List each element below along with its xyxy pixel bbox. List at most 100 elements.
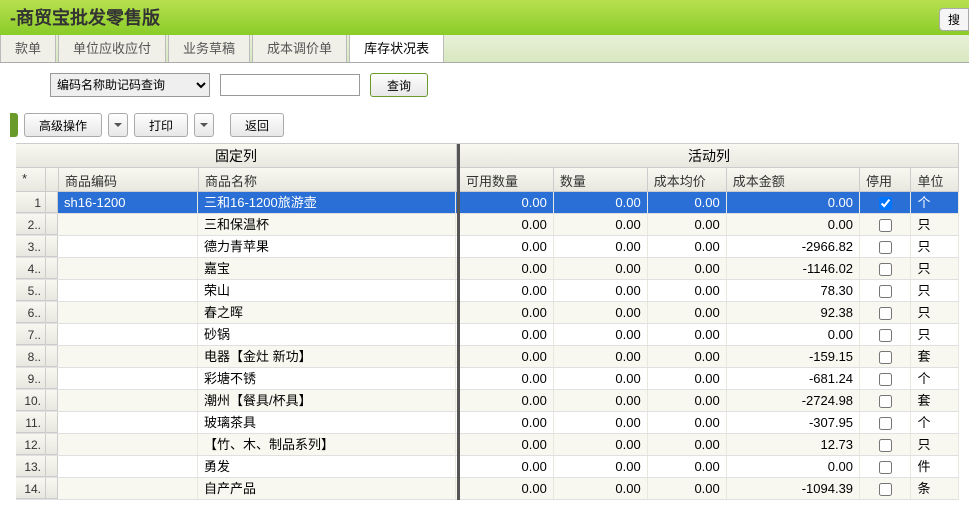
cell-disable[interactable] — [860, 192, 911, 213]
cell-name[interactable]: 自产产品 — [198, 478, 456, 499]
cell-avail[interactable]: 0.00 — [460, 478, 554, 499]
tab-3[interactable]: 成本调价单 — [252, 32, 347, 62]
tab-1[interactable]: 单位应收应付 — [58, 32, 166, 62]
col-code[interactable]: 商品编码 — [59, 168, 199, 191]
cell-avail[interactable]: 0.00 — [460, 192, 554, 213]
cell-avail[interactable]: 0.00 — [460, 236, 554, 257]
table-row[interactable]: 6..春之晖 — [16, 302, 457, 324]
disable-checkbox[interactable] — [879, 395, 892, 408]
cell-costamt[interactable]: -1094.39 — [727, 478, 860, 499]
cell-name[interactable]: 【竹、木、制品系列】 — [198, 434, 456, 455]
col-disable[interactable]: 停用 — [860, 168, 911, 191]
cell-name[interactable]: 三和保温杯 — [198, 214, 456, 235]
cell-code[interactable] — [58, 368, 198, 389]
cell-qty[interactable]: 0.00 — [554, 368, 648, 389]
cell-name[interactable]: 三和16-1200旅游壶 — [198, 192, 456, 213]
cell-costamt[interactable]: -2966.82 — [727, 236, 860, 257]
cell-disable[interactable] — [860, 324, 911, 345]
cell-costamt[interactable]: 0.00 — [727, 456, 860, 477]
cell-costamt[interactable]: -307.95 — [727, 412, 860, 433]
cell-costamt[interactable]: 0.00 — [727, 214, 860, 235]
col-unit[interactable]: 单位 — [911, 168, 959, 191]
cell-code[interactable] — [58, 412, 198, 433]
cell-unit[interactable]: 个 — [911, 412, 959, 433]
cell-disable[interactable] — [860, 434, 911, 455]
cell-name[interactable]: 德力青苹果 — [198, 236, 456, 257]
search-input[interactable] — [220, 74, 360, 96]
cell-costprice[interactable]: 0.00 — [648, 412, 727, 433]
table-row[interactable]: 4..嘉宝 — [16, 258, 457, 280]
col-costprice[interactable]: 成本均价 — [648, 168, 727, 191]
cell-avail[interactable]: 0.00 — [460, 456, 554, 477]
table-row[interactable]: 0.000.000.0092.38只 — [460, 302, 959, 324]
cell-unit[interactable]: 只 — [911, 434, 959, 455]
cell-costamt[interactable]: -1146.02 — [727, 258, 860, 279]
disable-checkbox[interactable] — [879, 307, 892, 320]
cell-name[interactable]: 砂锅 — [198, 324, 456, 345]
cell-qty[interactable]: 0.00 — [554, 192, 648, 213]
table-row[interactable]: 0.000.000.00-159.15套 — [460, 346, 959, 368]
cell-costprice[interactable]: 0.00 — [648, 390, 727, 411]
cell-disable[interactable] — [860, 214, 911, 235]
cell-unit[interactable]: 套 — [911, 390, 959, 411]
cell-avail[interactable]: 0.00 — [460, 412, 554, 433]
cell-costamt[interactable]: 0.00 — [727, 192, 860, 213]
cell-code[interactable] — [58, 302, 198, 323]
search-mode-select[interactable]: 编码名称助记码查询 — [50, 73, 210, 97]
col-avail[interactable]: 可用数量 — [460, 168, 554, 191]
cell-unit[interactable]: 只 — [911, 236, 959, 257]
disable-checkbox[interactable] — [879, 483, 892, 496]
table-row[interactable]: 7..砂锅 — [16, 324, 457, 346]
cell-code[interactable] — [58, 434, 198, 455]
cell-disable[interactable] — [860, 456, 911, 477]
cell-costprice[interactable]: 0.00 — [648, 478, 727, 499]
col-costamt[interactable]: 成本金额 — [727, 168, 860, 191]
print-button[interactable]: 打印 — [134, 113, 188, 137]
table-row[interactable]: 14.自产产品 — [16, 478, 457, 500]
cell-avail[interactable]: 0.00 — [460, 324, 554, 345]
cell-name[interactable]: 彩塘不锈 — [198, 368, 456, 389]
cell-disable[interactable] — [860, 368, 911, 389]
cell-costprice[interactable]: 0.00 — [648, 280, 727, 301]
cell-qty[interactable]: 0.00 — [554, 346, 648, 367]
cell-qty[interactable]: 0.00 — [554, 280, 648, 301]
col-qty[interactable]: 数量 — [554, 168, 648, 191]
cell-name[interactable]: 电器【金灶 新功】 — [198, 346, 456, 367]
cell-costprice[interactable]: 0.00 — [648, 258, 727, 279]
table-row[interactable]: 0.000.000.000.00个 — [460, 192, 959, 214]
disable-checkbox[interactable] — [879, 351, 892, 364]
cell-qty[interactable]: 0.00 — [554, 302, 648, 323]
cell-code[interactable] — [58, 324, 198, 345]
cell-costprice[interactable]: 0.00 — [648, 434, 727, 455]
print-dropdown-icon[interactable] — [194, 113, 214, 137]
cell-disable[interactable] — [860, 478, 911, 499]
cell-unit[interactable]: 只 — [911, 324, 959, 345]
cell-name[interactable]: 嘉宝 — [198, 258, 456, 279]
advanced-button[interactable]: 高级操作 — [24, 113, 102, 137]
cell-avail[interactable]: 0.00 — [460, 258, 554, 279]
cell-code[interactable] — [58, 258, 198, 279]
table-row[interactable]: 0.000.000.00-2966.82只 — [460, 236, 959, 258]
advanced-dropdown-icon[interactable] — [108, 113, 128, 137]
cell-disable[interactable] — [860, 236, 911, 257]
table-row[interactable]: 9..彩塘不锈 — [16, 368, 457, 390]
cell-costprice[interactable]: 0.00 — [648, 236, 727, 257]
cell-avail[interactable]: 0.00 — [460, 368, 554, 389]
query-button[interactable]: 查询 — [370, 73, 428, 97]
cell-costamt[interactable]: -2724.98 — [727, 390, 860, 411]
disable-checkbox[interactable] — [879, 197, 892, 210]
cell-code[interactable] — [58, 478, 198, 499]
table-row[interactable]: 2..三和保温杯 — [16, 214, 457, 236]
cell-avail[interactable]: 0.00 — [460, 346, 554, 367]
disable-checkbox[interactable] — [879, 285, 892, 298]
cell-avail[interactable]: 0.00 — [460, 390, 554, 411]
table-row[interactable]: 0.000.000.00-2724.98套 — [460, 390, 959, 412]
cell-qty[interactable]: 0.00 — [554, 434, 648, 455]
table-row[interactable]: 5..荣山 — [16, 280, 457, 302]
cell-qty[interactable]: 0.00 — [554, 236, 648, 257]
table-row[interactable]: 0.000.000.00-1146.02只 — [460, 258, 959, 280]
disable-checkbox[interactable] — [879, 219, 892, 232]
cell-costamt[interactable]: 78.30 — [727, 280, 860, 301]
cell-unit[interactable]: 件 — [911, 456, 959, 477]
table-row[interactable]: 1sh16-1200三和16-1200旅游壶 — [16, 192, 457, 214]
